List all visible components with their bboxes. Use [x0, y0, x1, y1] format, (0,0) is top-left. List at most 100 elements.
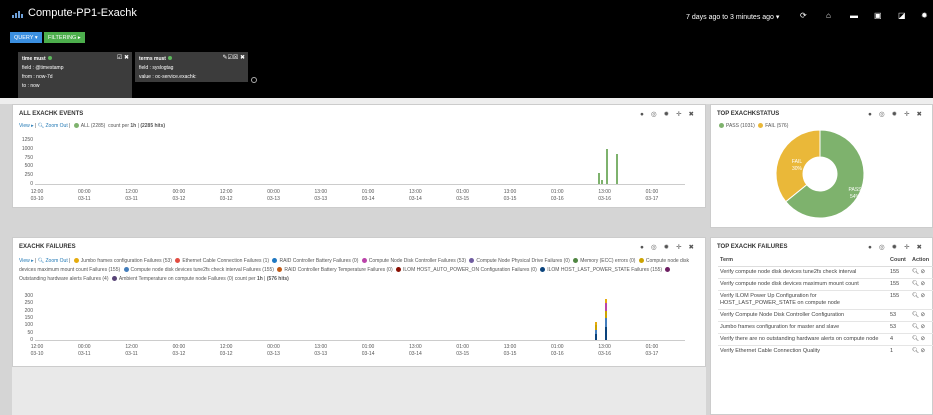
move-icon[interactable]: ✛: [676, 244, 681, 251]
add-filter-icon[interactable]: [251, 77, 257, 83]
exclude-icon[interactable]: ⊘: [921, 348, 926, 354]
legend-item[interactable]: Compute node disk devices tune2fs check …: [131, 267, 274, 273]
legend-swatch-icon: [665, 267, 671, 272]
view-link[interactable]: View ▸: [19, 123, 34, 129]
pie-label-pass: PASS: [849, 187, 863, 193]
chart-bar-segment[interactable]: [604, 303, 607, 311]
view-link[interactable]: View ▸: [19, 258, 34, 264]
x-tick-label: 00:00 03-11: [78, 344, 91, 357]
y-tick-label: 200: [24, 307, 33, 314]
chart-bar-segment[interactable]: [595, 324, 598, 330]
chart-bar-segment[interactable]: [604, 310, 607, 318]
legend-item[interactable]: Ethernet Cable Connection Failures (1): [182, 258, 269, 264]
legend-item[interactable]: RAID Controller Battery Temperature Fail…: [284, 267, 392, 273]
legend-all[interactable]: ALL (2285): [81, 123, 106, 129]
share-icon[interactable]: ◪: [898, 11, 906, 20]
move-icon[interactable]: ✛: [904, 244, 909, 251]
legend-swatch-icon: [277, 267, 283, 272]
chart-bar-segment[interactable]: [595, 321, 598, 325]
panel-title: ALL EXACHK EVENTS: [19, 111, 84, 117]
col-count[interactable]: Count: [888, 254, 910, 267]
gear-icon[interactable]: ✹: [664, 111, 669, 118]
filter-line: field : syslogtag: [139, 65, 174, 71]
search-icon[interactable]: 🔍︎: [912, 281, 919, 287]
exclude-icon[interactable]: ⊘: [921, 336, 926, 342]
panel-toolbar: ● ◎ ✹ ✛ ✖: [633, 110, 694, 118]
x-tick-label: 13:00 03-13: [314, 189, 328, 202]
legend-item[interactable]: ILOM HOST_LAST_POWER_STATE Failures (155…: [547, 267, 662, 273]
folder-open-icon[interactable]: ▬: [850, 11, 858, 20]
move-icon[interactable]: ✛: [676, 111, 681, 118]
legend-swatch-icon: [73, 123, 79, 128]
x-tick-label: 13:00 03-15: [503, 344, 517, 357]
x-tick-label: 00:00 03-11: [78, 189, 91, 202]
pie-label-fail: FAIL: [792, 159, 803, 165]
status-pie-chart: FAIL 30% PASS 54%: [775, 129, 865, 219]
chart-bar[interactable]: [597, 173, 600, 184]
filter-actions-icon[interactable]: ☑ ✖: [117, 54, 129, 63]
legend-item[interactable]: Compute Node Physical Drive Failures (0): [476, 258, 569, 264]
exclude-icon[interactable]: ⊘: [921, 281, 926, 287]
search-icon[interactable]: 🔍︎: [912, 348, 919, 354]
chart-bar[interactable]: [606, 148, 609, 184]
legend-item[interactable]: RAID Controller Battery Failures (0): [279, 258, 358, 264]
chart-bar-segment[interactable]: [604, 298, 607, 304]
search-icon[interactable]: 🔍︎: [912, 312, 919, 318]
legend-item[interactable]: Jumbo frames configuration Failures (53): [81, 258, 172, 264]
row-term: Verify Ethernet Cable Connection Quality: [718, 345, 888, 357]
x-tick-label: 12:00 03-10: [30, 344, 44, 357]
search-icon[interactable]: 🔍︎: [38, 258, 44, 264]
x-tick-label: 12:00 03-10: [30, 189, 44, 202]
info-icon[interactable]: ●: [868, 244, 872, 251]
refresh-icon[interactable]: ⟳: [800, 11, 807, 20]
chart-bar-segment[interactable]: [595, 329, 598, 335]
search-icon[interactable]: 🔍︎: [912, 324, 919, 330]
zoom-out-link[interactable]: Zoom Out: [45, 123, 67, 129]
legend-item[interactable]: Outstanding hardware alerts Failures (4): [19, 276, 109, 282]
gear-icon[interactable]: ✹: [664, 244, 669, 251]
zoom-out-link[interactable]: Zoom Out: [45, 258, 67, 264]
clone-icon[interactable]: ◎: [879, 244, 885, 251]
x-tick-label: 01:00 03-14: [361, 344, 375, 357]
legend-item[interactable]: Ambient Temperature on compute node Fail…: [119, 276, 233, 282]
col-term[interactable]: Term: [718, 254, 888, 267]
row-count: 155: [888, 290, 910, 310]
filtering-pill[interactable]: FILTERING ▸: [44, 32, 85, 43]
home-icon[interactable]: ⌂: [826, 11, 831, 20]
info-icon[interactable]: ●: [640, 111, 644, 118]
filter-terms[interactable]: ✎☑☒ ✖ terms must field : syslogtag value…: [135, 52, 248, 82]
info-icon[interactable]: ●: [640, 244, 644, 251]
clone-icon[interactable]: ◎: [651, 111, 657, 118]
exclude-icon[interactable]: ⊘: [921, 293, 926, 299]
close-icon[interactable]: ✖: [689, 244, 694, 251]
query-pill[interactable]: QUERY ▾: [10, 32, 42, 43]
filter-actions-icon[interactable]: ✎☑☒ ✖: [223, 54, 245, 63]
filter-line: field : @timestamp: [22, 65, 64, 71]
chart-bar-segment[interactable]: [595, 334, 598, 340]
clone-icon[interactable]: ◎: [651, 244, 657, 251]
search-icon[interactable]: 🔍︎: [912, 269, 919, 275]
chart-bar[interactable]: [616, 154, 619, 184]
row-count: 4: [888, 333, 910, 346]
chart-bar-segment[interactable]: [604, 318, 607, 327]
time-filter-dropdown[interactable]: 7 days ago to 3 minutes ago ▾: [686, 13, 779, 21]
exclude-icon[interactable]: ⊘: [921, 324, 926, 330]
legend-item[interactable]: Memory (ECC) errors (0): [580, 258, 635, 264]
gear-icon[interactable]: ✹: [892, 244, 897, 251]
legend-item[interactable]: ILOM HOST_AUTO_POWER_ON Configuration Fa…: [403, 267, 537, 273]
search-icon[interactable]: 🔍︎: [912, 336, 919, 342]
save-icon[interactable]: ▣: [874, 11, 882, 20]
close-icon[interactable]: ✖: [689, 111, 694, 118]
search-icon[interactable]: 🔍︎: [38, 123, 44, 129]
panel-all-events: ALL EXACHK EVENTS ● ◎ ✹ ✛ ✖ View ▸ | 🔍︎ Zoom…: [12, 104, 706, 208]
gear-icon[interactable]: ✹: [921, 11, 928, 20]
search-icon[interactable]: 🔍︎: [912, 293, 919, 299]
kibana-logo-icon: [12, 11, 24, 18]
chart-bar-segment[interactable]: [604, 326, 607, 340]
panel-exachk-failures: EXACHK FAILURES ● ◎ ✹ ✛ ✖ View ▸ | 🔍︎ Zoom O…: [12, 237, 706, 367]
exclude-icon[interactable]: ⊘: [921, 269, 926, 275]
legend-item[interactable]: Compute Node Disk Controller Failures (5…: [369, 258, 466, 264]
exclude-icon[interactable]: ⊘: [921, 312, 926, 318]
close-icon[interactable]: ✖: [917, 244, 922, 251]
chart-bar[interactable]: [601, 180, 604, 184]
